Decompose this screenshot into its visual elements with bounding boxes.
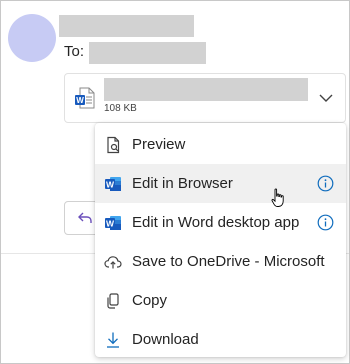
menu-item-label: Edit in Browser — [132, 175, 233, 192]
sender-name-redacted — [59, 15, 194, 37]
menu-item-label: Save to OneDrive - Microsoft — [132, 253, 325, 270]
chevron-down-icon[interactable] — [318, 90, 334, 106]
menu-item-save-to-onedrive[interactable]: Save to OneDrive - Microsoft — [95, 242, 346, 281]
attachment-card[interactable]: W 108 KB — [64, 73, 346, 123]
word-icon: W — [105, 176, 121, 191]
menu-item-label: Copy — [132, 292, 168, 309]
preview-icon — [107, 136, 120, 153]
menu-item-download[interactable]: Download — [95, 320, 346, 359]
sender-avatar[interactable] — [8, 14, 56, 62]
menu-item-label: Download — [132, 331, 199, 348]
reply-icon — [78, 212, 92, 223]
to-label: To: — [64, 43, 85, 60]
copy-icon — [107, 292, 119, 309]
recipient-redacted — [89, 42, 206, 64]
svg-text:W: W — [106, 218, 115, 228]
download-icon — [107, 332, 119, 348]
menu-item-copy[interactable]: Copy — [95, 281, 346, 320]
svg-text:W: W — [76, 96, 84, 105]
cloud-upload-icon — [104, 255, 122, 268]
menu-item-edit-in-browser[interactable]: W Edit in Browser — [95, 164, 346, 203]
svg-text:W: W — [106, 179, 115, 189]
word-file-icon: W — [75, 87, 95, 109]
word-icon: W — [105, 215, 121, 230]
menu-item-label: Preview — [132, 136, 186, 153]
attachment-name-redacted — [104, 78, 308, 101]
attachment-context-menu: Preview W Edit in Browser W Edit in Word… — [95, 123, 346, 357]
menu-item-preview[interactable]: Preview — [95, 125, 346, 164]
menu-item-edit-in-word-desktop[interactable]: W Edit in Word desktop app — [95, 203, 346, 242]
info-icon[interactable] — [317, 214, 334, 231]
attachment-size: 108 KB — [104, 103, 137, 114]
info-icon[interactable] — [317, 175, 334, 192]
menu-item-label: Edit in Word desktop app — [132, 214, 300, 231]
